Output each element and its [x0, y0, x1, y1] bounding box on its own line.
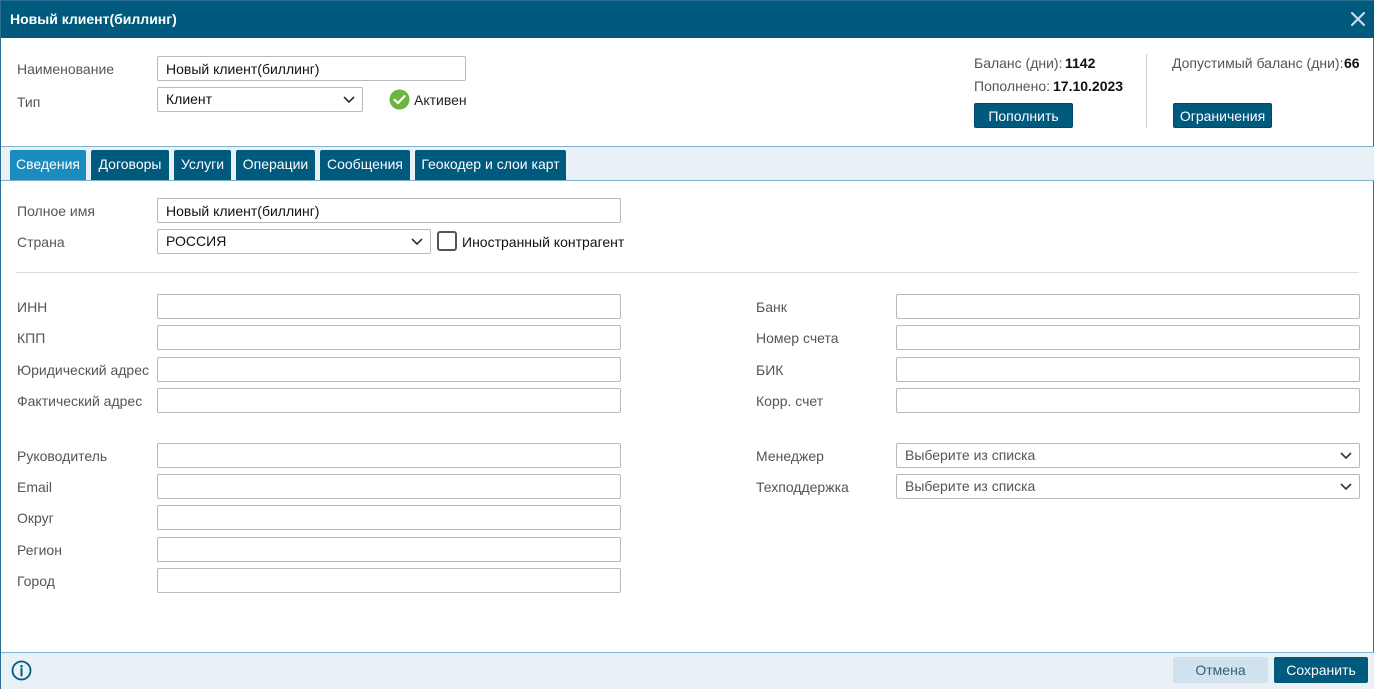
chevron-down-icon: [1340, 483, 1352, 491]
title-bar: Новый клиент(биллинг): [1, 1, 1374, 38]
legal-address-input[interactable]: [157, 357, 621, 382]
client-dialog: Новый клиент(биллинг) Наименование Тип К…: [0, 0, 1374, 689]
save-button[interactable]: Сохранить: [1274, 657, 1368, 683]
support-select[interactable]: Выберите из списка: [896, 474, 1360, 499]
header-divider: [1146, 54, 1147, 128]
chevron-down-icon: [1340, 452, 1352, 460]
section-divider: [16, 272, 1359, 273]
kpp-label: КПП: [17, 330, 46, 346]
city-input[interactable]: [157, 568, 621, 593]
bik-label: БИК: [756, 362, 784, 378]
country-select-value: РОССИЯ: [166, 233, 227, 249]
limits-button[interactable]: Ограничения: [1173, 103, 1272, 128]
bik-input[interactable]: [896, 357, 1360, 382]
director-input[interactable]: [157, 443, 621, 468]
tab-geocoder[interactable]: Геокодер и слои карт: [415, 150, 566, 180]
chevron-down-icon: [343, 96, 355, 104]
region-input[interactable]: [157, 537, 621, 562]
bank-label: Банк: [756, 299, 787, 315]
chevron-down-icon: [411, 238, 423, 246]
bank-input[interactable]: [896, 294, 1360, 319]
tab-messages[interactable]: Сообщения: [320, 150, 410, 180]
cancel-button[interactable]: Отмена: [1173, 657, 1268, 683]
foreign-checkbox[interactable]: [437, 231, 457, 251]
replenished-label: Пополнено:: [974, 78, 1051, 94]
manager-select[interactable]: Выберите из списка: [896, 443, 1360, 468]
close-icon[interactable]: [1347, 8, 1369, 30]
support-label: Техподдержка: [756, 479, 849, 495]
support-select-placeholder: Выберите из списка: [905, 478, 1036, 494]
inn-input[interactable]: [157, 294, 621, 319]
name-input[interactable]: [157, 56, 466, 81]
tab-info[interactable]: Сведения: [10, 150, 86, 180]
info-icon[interactable]: [11, 660, 32, 681]
actual-address-label: Фактический адрес: [17, 393, 143, 409]
email-label: Email: [17, 479, 53, 495]
balance-value: 1142: [1065, 55, 1096, 71]
inn-label: ИНН: [17, 299, 48, 315]
check-circle-icon: [389, 89, 410, 110]
district-label: Округ: [17, 510, 54, 526]
type-select[interactable]: Клиент: [157, 87, 363, 112]
city-label: Город: [17, 573, 55, 589]
corr-account-label: Корр. счет: [756, 393, 824, 409]
actual-address-input[interactable]: [157, 388, 621, 413]
manager-label: Менеджер: [756, 448, 824, 464]
allowed-balance-value: 66: [1344, 55, 1360, 71]
account-label: Номер счета: [756, 330, 839, 346]
tab-operations[interactable]: Операции: [236, 150, 315, 180]
region-label: Регион: [17, 542, 62, 558]
type-label: Тип: [17, 94, 41, 110]
email-input[interactable]: [157, 474, 621, 499]
tab-services[interactable]: Услуги: [174, 150, 231, 180]
replenish-button[interactable]: Пополнить: [974, 103, 1073, 128]
account-input[interactable]: [896, 325, 1360, 350]
name-label: Наименование: [17, 61, 115, 77]
legal-address-label: Юридический адрес: [17, 362, 150, 378]
country-label: Страна: [17, 234, 65, 250]
country-select[interactable]: РОССИЯ: [157, 229, 431, 254]
dialog-title: Новый клиент(биллинг): [10, 11, 177, 27]
full-name-input[interactable]: [157, 198, 621, 223]
balance-label: Баланс (дни):: [974, 55, 1063, 71]
corr-account-input[interactable]: [896, 388, 1360, 413]
manager-select-placeholder: Выберите из списка: [905, 447, 1036, 463]
allowed-balance-label: Допустимый баланс (дни):: [1172, 55, 1344, 71]
replenished-value: 17.10.2023: [1053, 78, 1124, 94]
full-name-label: Полное имя: [17, 203, 95, 219]
dialog-footer: [1, 652, 1374, 689]
type-select-value: Клиент: [166, 91, 213, 107]
kpp-input[interactable]: [157, 325, 621, 350]
tab-contracts[interactable]: Договоры: [91, 150, 169, 180]
status-text: Активен: [414, 92, 467, 108]
director-label: Руководитель: [17, 448, 108, 464]
district-input[interactable]: [157, 505, 621, 530]
foreign-label: Иностранный контрагент: [462, 234, 625, 250]
